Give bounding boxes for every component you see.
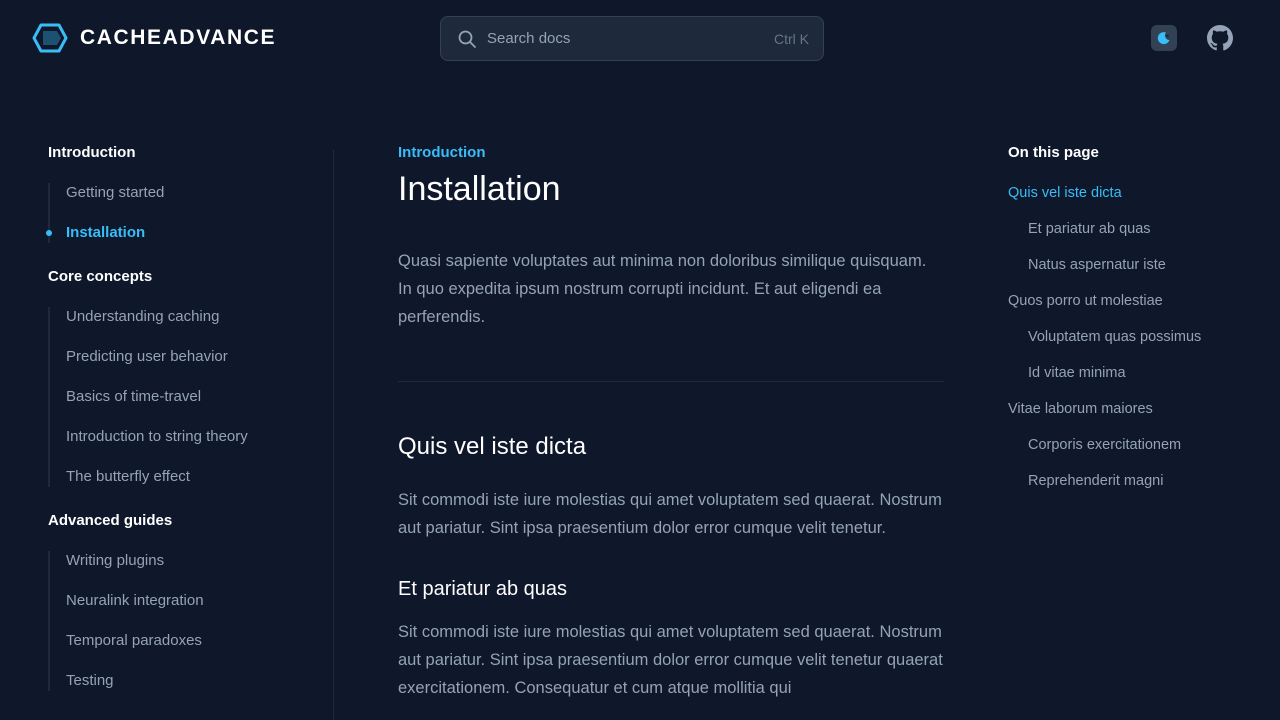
sidebar-item-basics-of-time-travel[interactable]: Basics of time-travel [50, 387, 328, 407]
article: Introduction Installation Quasi sapiente… [398, 143, 944, 702]
sidebar-group-introduction: Introduction Getting started Installatio… [46, 143, 328, 243]
sidebar-group-title: Introduction [48, 144, 136, 161]
toc-subitem[interactable]: Natus aspernatur iste [1008, 255, 1248, 275]
section-heading: Quis vel iste dicta [398, 433, 587, 460]
toc-subitem[interactable]: Id vitae minima [1008, 363, 1248, 383]
search-shortcut: Ctrl K [774, 30, 809, 47]
toc-title: On this page [1008, 144, 1099, 161]
sidebar-nav: Introduction Getting started Installatio… [46, 143, 328, 715]
top-header: CACHEADVANCE Search docs Ctrl K [0, 0, 1280, 78]
subsection-heading: Et pariatur ab quas [398, 578, 567, 600]
sidebar-item-writing-plugins[interactable]: Writing plugins [50, 551, 328, 571]
subsection-paragraph: Sit commodi iste iure molestias qui amet… [398, 623, 943, 697]
theme-toggle-icon [1157, 32, 1170, 45]
logo[interactable]: CACHEADVANCE [32, 22, 276, 54]
sidebar-item-string-theory[interactable]: Introduction to string theory [50, 427, 328, 447]
github-link[interactable] [1207, 25, 1233, 51]
sidebar-group-title: Core concepts [48, 268, 153, 285]
sidebar-item-understanding-caching[interactable]: Understanding caching [50, 307, 328, 327]
sidebar-item-getting-started[interactable]: Getting started [50, 183, 328, 203]
lead-paragraph: Quasi sapiente voluptates aut minima non… [398, 252, 927, 326]
page-title: Installation [398, 170, 561, 208]
sidebar-item-installation[interactable]: Installation [46, 223, 328, 243]
sidebar-list: Understanding caching Predicting user be… [48, 307, 328, 487]
sidebar-item-neuralink-integration[interactable]: Neuralink integration [50, 591, 328, 611]
toc-subitem[interactable]: Voluptatem quas possimus [1008, 327, 1248, 347]
sidebar-group-title: Advanced guides [48, 512, 173, 529]
toc-subitem[interactable]: Corporis exercitationem [1008, 435, 1248, 455]
section-eyebrow: Introduction [398, 144, 486, 161]
sidebar-group-advanced-guides: Advanced guides Writing plugins Neuralin… [48, 511, 328, 691]
sidebar-item-predicting-user-behavior[interactable]: Predicting user behavior [50, 347, 328, 367]
logo-icon [32, 23, 68, 53]
sidebar-item-butterfly-effect[interactable]: The butterfly effect [50, 467, 328, 487]
search-input[interactable]: Search docs Ctrl K [440, 16, 824, 61]
sidebar-list: Writing plugins Neuralink integration Te… [48, 551, 328, 691]
sidebar-divider [333, 150, 334, 720]
theme-toggle-button[interactable] [1151, 25, 1177, 51]
content-divider [398, 381, 944, 382]
toc-subitem[interactable]: Reprehenderit magni [1008, 471, 1248, 491]
sidebar-group-core-concepts: Core concepts Understanding caching Pred… [48, 267, 328, 487]
logo-text: CACHEADVANCE [80, 26, 277, 49]
sidebar-list: Getting started Installation [46, 183, 328, 243]
sidebar-item-temporal-paradoxes[interactable]: Temporal paradoxes [50, 631, 328, 651]
search-icon [458, 30, 476, 48]
search-placeholder: Search docs [487, 30, 571, 47]
github-icon [1207, 25, 1233, 51]
toc-item[interactable]: Quos porro ut molestiae [1008, 291, 1248, 311]
table-of-contents: On this page Quis vel iste dicta Et pari… [1008, 143, 1248, 507]
toc-subitem[interactable]: Et pariatur ab quas [1008, 219, 1248, 239]
toc-item[interactable]: Vitae laborum maiores [1008, 399, 1248, 419]
sidebar-item-testing[interactable]: Testing [50, 671, 328, 691]
toc-item[interactable]: Quis vel iste dicta [1008, 183, 1248, 203]
section-paragraph: Sit commodi iste iure molestias qui amet… [398, 491, 942, 537]
